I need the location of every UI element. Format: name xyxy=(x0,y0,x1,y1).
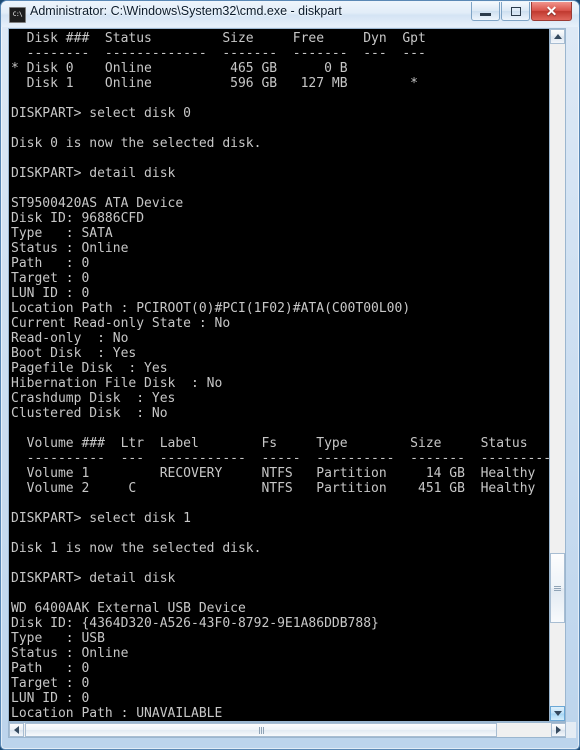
vertical-scrollbar-thumb[interactable] xyxy=(550,553,565,623)
maximize-icon xyxy=(510,6,521,16)
chevron-down-icon xyxy=(553,711,562,716)
vertical-scrollbar[interactable] xyxy=(549,28,566,722)
scroll-left-button[interactable] xyxy=(9,723,24,737)
scroll-up-button[interactable] xyxy=(550,29,565,44)
chevron-left-icon xyxy=(14,726,19,734)
grip-icon xyxy=(258,726,264,734)
minimize-button[interactable] xyxy=(471,2,500,21)
console-output-area[interactable]: Disk ### Status Size Free Dyn Gpt ------… xyxy=(8,28,549,722)
close-button[interactable]: ✕ xyxy=(531,2,572,21)
resize-corner[interactable] xyxy=(566,722,576,738)
maximize-button[interactable] xyxy=(501,2,530,21)
chevron-up-icon xyxy=(553,34,562,39)
window-client-area: Disk ### Status Size Free Dyn Gpt ------… xyxy=(6,28,576,742)
console-text: Disk ### Status Size Free Dyn Gpt ------… xyxy=(11,31,549,721)
close-icon: ✕ xyxy=(545,3,558,19)
horizontal-scrollbar[interactable] xyxy=(8,722,567,738)
cmd-icon: C:\ xyxy=(9,7,26,23)
scroll-right-button[interactable] xyxy=(551,723,566,737)
command-prompt-window: C:\ Administrator: C:\Windows\System32\c… xyxy=(0,0,580,750)
window-title: Administrator: C:\Windows\System32\cmd.e… xyxy=(30,4,342,18)
horizontal-scrollbar-thumb[interactable] xyxy=(25,723,497,737)
title-bar[interactable]: C:\ Administrator: C:\Windows\System32\c… xyxy=(1,1,579,27)
grip-icon xyxy=(554,585,561,591)
chevron-right-icon xyxy=(556,726,561,734)
scroll-down-button[interactable] xyxy=(550,706,565,721)
minimize-icon xyxy=(480,12,491,16)
